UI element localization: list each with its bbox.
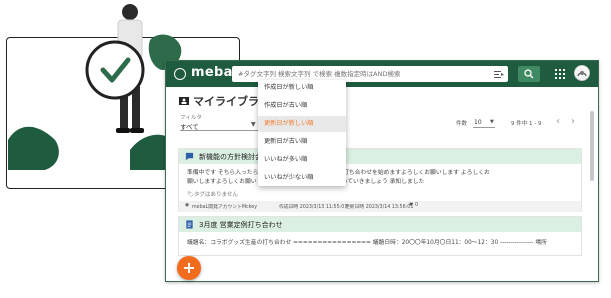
card-header[interactable]: 3月度 営業定例打ち合わせ [179,217,581,232]
card-tags-text: タグはありません [193,192,238,198]
card-tags: 🏷タグはありません [187,190,238,198]
sort-option-updated-oldest[interactable]: 更新日が古い順 [258,134,346,150]
card-body-line: 願いしますよろしくお願い … ている者手の人い出しから始めていきましょう 承知し… [187,179,425,185]
apps-grid-icon[interactable] [555,69,565,79]
card-footer: ◉ mebaL開発アカウントMckey 作成日時 2023/3/13 11:55… [179,201,581,212]
card-updated: 更新日時 2023/3/14 13:56:01 [345,205,414,210]
sort-option-likes-least[interactable]: いいねが少ない順 [258,170,346,186]
sort-option-updated-newest[interactable]: 更新日が新しい順 [258,116,346,132]
sort-option-likes-most[interactable]: いいねが多い順 [258,152,346,168]
card-header[interactable]: 新機能の方針検討会 [179,149,581,164]
page-size-label: 件数 [456,121,468,127]
document-card[interactable]: 新機能の方針検討会 準備中です そちら入ったら … これから製品開発についての打… [178,148,582,212]
author-avatar-icon: ◉ [185,203,190,208]
card-title[interactable]: 3月度 営業定例打ち合わせ [199,220,283,230]
scrollbar[interactable] [590,111,594,181]
sort-option-created-oldest[interactable]: 作成日が古い順 [258,98,346,114]
filter-label: フィルタ [180,115,202,121]
sort-dropdown-menu: 作成日が新しい順 作成日が古い順 更新日が新しい順 更新日が古い順 いいねが多い… [258,80,346,186]
prev-page-icon[interactable]: ‹ [556,116,560,127]
library-icon [179,97,189,105]
user-avatar[interactable] [574,65,590,81]
tag-icon: 🏷 [187,192,194,198]
page-range-text: 9 件中 1 - 9 [511,121,542,127]
filter-list-icon[interactable] [494,69,504,79]
card-author: mebaL開発アカウントMckey [192,205,258,210]
card-created: 作成日時 2023/3/13 11:55:07 [279,205,348,210]
search-button[interactable] [518,66,540,82]
card-body: 議題名：コラボグッズ生産の打ち合わせ ================ 議題日時… [187,240,547,246]
logo-icon [174,68,186,80]
like-count: 0 [415,203,419,208]
user-avatar-icon [576,68,588,80]
add-button[interactable]: + [177,256,201,280]
page-size-select[interactable]: 10 [474,119,482,126]
like-icon[interactable]: ♥ [409,203,413,208]
page-size-caret-icon[interactable]: ▼ [490,119,494,125]
filter-underline [180,130,258,131]
card-body: 準備中です そちら入ったら … これから製品開発についての打ち合わせを始めますよ… [187,169,575,187]
search-icon [524,69,534,79]
sort-option-created-newest[interactable]: 作成日が新しい順 [258,80,346,96]
filter-caret-icon[interactable]: ▼ [251,121,256,128]
document-icon [186,220,193,229]
page-size-underline [473,127,495,128]
card-title[interactable]: 新機能の方針検討会 [199,152,262,162]
card-body-line: 準備中です そちら入ったら … これから製品開発についての打ち合わせを始めますよ… [187,170,490,176]
document-card[interactable]: 3月度 営業定例打ち合わせ 議題名：コラボグッズ生産の打ち合わせ =======… [178,216,582,256]
next-page-icon[interactable]: › [571,116,575,127]
top-bar: mebaL [166,61,598,87]
plus-icon: + [182,258,196,277]
app-window: mebaL #タグ文字列 検索文字列 で検索 複数指定時はAND検索 マイライブ… [165,60,599,282]
chat-icon [185,152,194,161]
